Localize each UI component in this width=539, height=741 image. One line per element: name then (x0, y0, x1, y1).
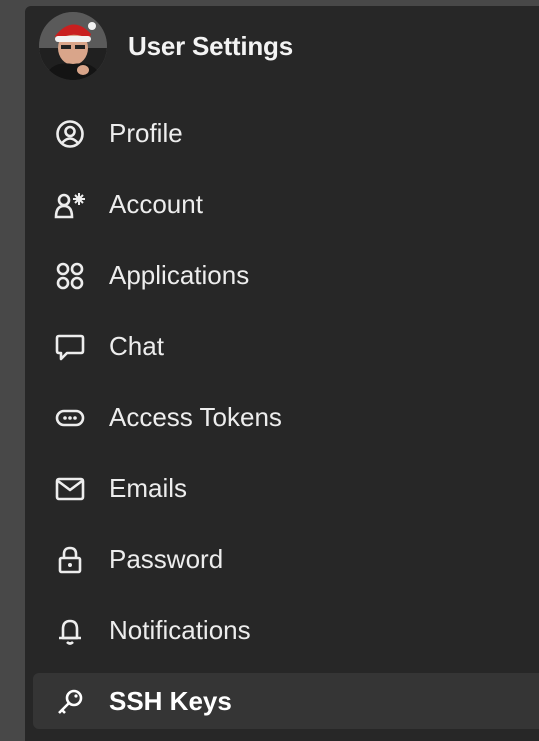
bell-icon (53, 614, 87, 648)
sidebar-item-label: Account (109, 189, 203, 219)
token-icon (53, 401, 87, 435)
avatar[interactable] (39, 12, 107, 80)
sidebar-item-password[interactable]: Password (33, 531, 539, 587)
user-circle-icon (53, 117, 87, 151)
sidebar-item-chat[interactable]: Chat (33, 318, 539, 374)
sidebar-item-account[interactable]: Account (33, 176, 539, 232)
sidebar-item-applications[interactable]: Applications (33, 247, 539, 303)
chat-bubble-icon (53, 330, 87, 364)
sidebar-item-profile[interactable]: Profile (33, 105, 539, 161)
grid-icon (53, 259, 87, 293)
sidebar-item-label: Chat (109, 331, 164, 361)
avatar-image (39, 12, 107, 80)
sidebar-item-label: Access Tokens (109, 402, 282, 432)
user-gear-icon (53, 188, 87, 222)
key-icon (53, 685, 87, 719)
settings-sidebar: User Settings Profile Account Applicatio… (25, 6, 539, 741)
sidebar-item-label: Profile (109, 118, 183, 148)
sidebar-item-label: SSH Keys (109, 686, 232, 716)
sidebar-item-label: Emails (109, 473, 188, 503)
sidebar-item-access-tokens[interactable]: Access Tokens (33, 389, 539, 445)
sidebar-item-label: Applications (109, 260, 250, 290)
app-frame: User Settings Profile Account Applicatio… (0, 0, 539, 741)
mail-icon (53, 472, 87, 506)
sidebar-item-label: Password (109, 544, 224, 574)
lock-icon (53, 543, 87, 577)
sidebar-item-notifications[interactable]: Notifications (33, 602, 539, 658)
sidebar-item-ssh-keys[interactable]: SSH Keys (33, 673, 539, 729)
page-title: User Settings (128, 31, 294, 61)
sidebar-item-label: Notifications (109, 615, 251, 645)
sidebar-item-emails[interactable]: Emails (33, 460, 539, 516)
sidebar-header: User Settings (25, 6, 539, 88)
